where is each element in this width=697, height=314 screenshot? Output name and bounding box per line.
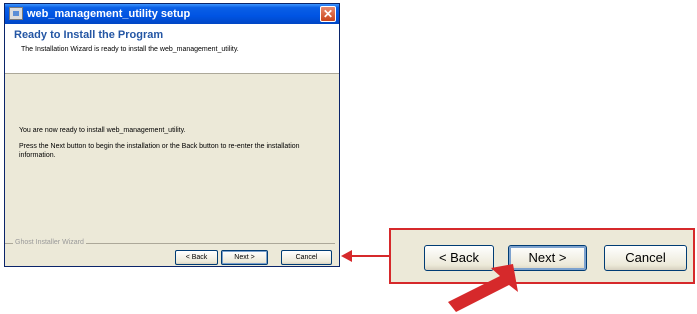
connector-arrow-icon <box>341 250 389 262</box>
pointer-arrow-icon <box>448 264 518 312</box>
annotation-arrows <box>341 250 518 312</box>
